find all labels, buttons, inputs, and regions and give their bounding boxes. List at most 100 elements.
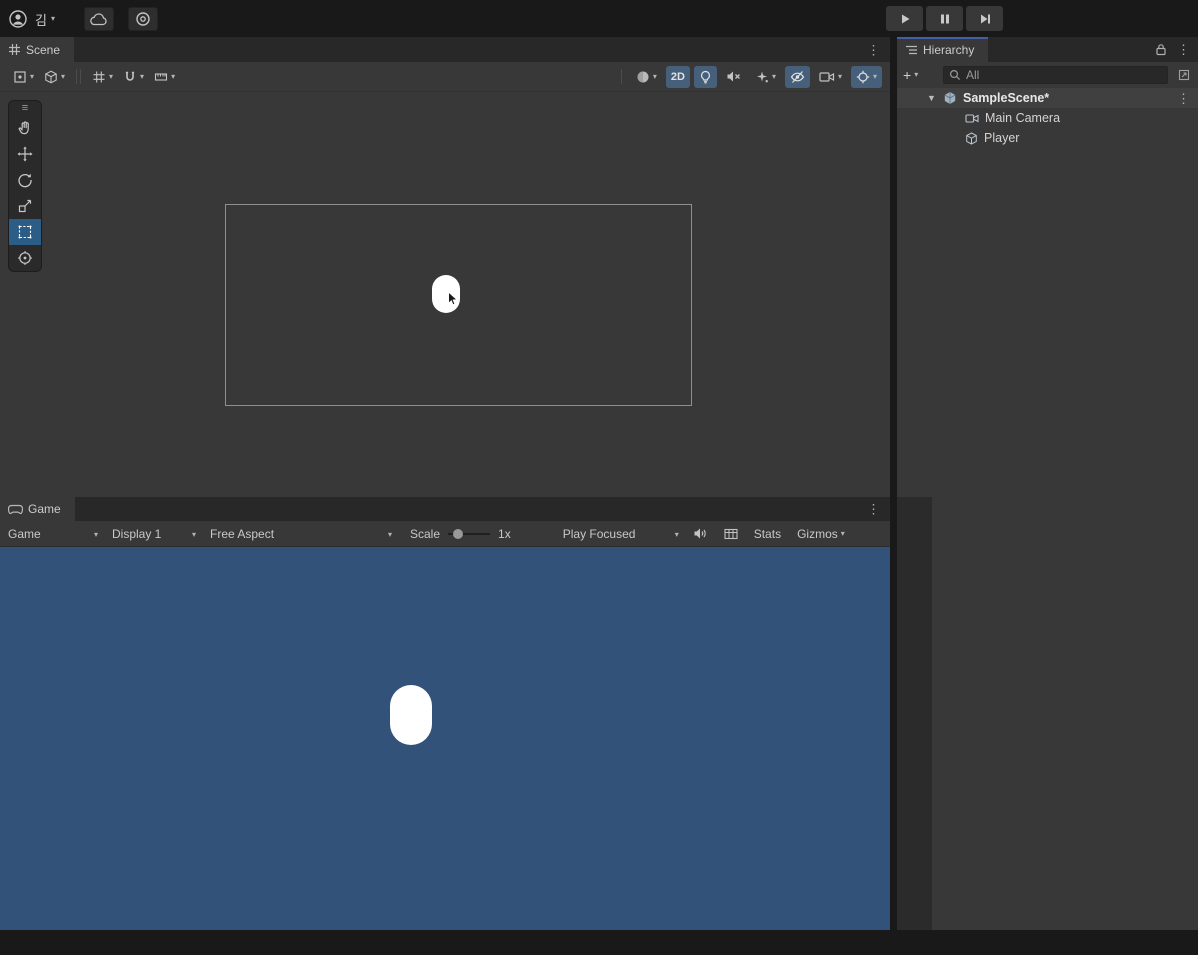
foldout-open-icon[interactable]: ▼: [927, 93, 937, 103]
unity-scene-icon: [943, 91, 957, 105]
rotate-icon: [17, 172, 33, 188]
gameobject-name: Main Camera: [985, 111, 1060, 125]
play-focus-dropdown[interactable]: Play Focused ▾: [555, 521, 685, 547]
scale-icon: [17, 198, 33, 214]
chevron-down-icon: ▾: [675, 531, 679, 539]
game-viewport[interactable]: [0, 547, 890, 930]
lightbulb-icon: [699, 70, 712, 84]
scale-value: 1x: [498, 527, 511, 541]
game-toolbar: Game ▾ Display 1 ▾ Free Aspect ▾ Scale 1…: [0, 521, 890, 547]
speaker-icon: [693, 527, 708, 540]
chevron-down-icon: ▾: [30, 73, 34, 81]
player-capsule-game: [390, 685, 432, 745]
account-button[interactable]: [6, 7, 30, 31]
slider-thumb: [453, 529, 463, 539]
shading-mode-button[interactable]: ▾: [631, 66, 662, 88]
2d-label: 2D: [671, 71, 685, 83]
main-toolbar: 김 ▾: [0, 0, 1198, 37]
scene-camera-button[interactable]: ▾: [814, 66, 847, 88]
effects-star-icon: [755, 70, 769, 84]
transform-tool-button[interactable]: [9, 245, 41, 271]
hierarchy-row-player[interactable]: Player: [897, 128, 1198, 148]
hierarchy-row-main-camera[interactable]: Main Camera: [897, 108, 1198, 128]
rect-tool-button[interactable]: [9, 219, 41, 245]
status-bar: [0, 930, 1198, 955]
tool-handle-rotation-button[interactable]: ▾: [39, 66, 70, 88]
chevron-down-icon: ▾: [109, 73, 113, 81]
game-gizmos-button[interactable]: Gizmos ▾: [789, 521, 853, 547]
hierarchy-tree: ▼ SampleScene* ⋮ Main Camera Player: [897, 88, 1198, 148]
lock-icon[interactable]: [1155, 43, 1167, 56]
step-icon: [978, 12, 992, 26]
scene-toolbar: ▾ ▾ ▾ ▾ ▾ ▾: [0, 62, 890, 92]
snap-increment-button[interactable]: ▾: [149, 66, 180, 88]
tool-palette: ≡: [8, 100, 42, 272]
display-label: Display 1: [112, 527, 161, 541]
stats-button[interactable]: Stats: [746, 521, 789, 547]
scene-visibility-button[interactable]: [785, 66, 810, 88]
tab-game[interactable]: Game: [0, 497, 75, 521]
move-tool-button[interactable]: [9, 141, 41, 167]
vsync-button[interactable]: [716, 521, 746, 547]
rotate-tool-button[interactable]: [9, 167, 41, 193]
vsync-grid-icon: [724, 528, 738, 540]
snap-toggle-button[interactable]: ▾: [118, 66, 149, 88]
scene-effects-button[interactable]: ▾: [750, 66, 781, 88]
chevron-down-icon: ▾: [838, 73, 842, 81]
open-search-window-icon[interactable]: [1178, 69, 1190, 81]
scene-toolbar-right: ▾ 2D ▾: [616, 66, 882, 88]
palette-drag-handle[interactable]: ≡: [9, 101, 41, 115]
create-object-button[interactable]: + ▾: [903, 66, 918, 84]
cursor-icon: [447, 291, 460, 307]
hierarchy-list-icon: [905, 44, 918, 56]
panel-gutter: [897, 497, 932, 930]
gizmos-dropdown-button[interactable]: ▾: [851, 66, 882, 88]
plus-icon: +: [903, 67, 911, 83]
toolbar-separator: [621, 69, 622, 84]
toggle-2d-button[interactable]: 2D: [666, 66, 690, 88]
search-filter-value: All: [966, 68, 979, 82]
display-dropdown[interactable]: Display 1 ▾: [104, 521, 202, 547]
aspect-ratio-dropdown[interactable]: Free Aspect ▾: [202, 521, 398, 547]
move-icon: [17, 146, 33, 162]
step-button[interactable]: [966, 6, 1003, 31]
panel-splitter[interactable]: [890, 37, 897, 930]
tool-handle-position-button[interactable]: ▾: [8, 66, 39, 88]
scene-audio-button[interactable]: [721, 66, 746, 88]
eye-slash-icon: [790, 70, 805, 84]
grid-visibility-button[interactable]: ▾: [87, 66, 118, 88]
mute-audio-button[interactable]: [685, 521, 716, 547]
hierarchy-search-input[interactable]: All: [943, 66, 1168, 84]
tab-hierarchy[interactable]: Hierarchy: [897, 37, 988, 62]
play-button[interactable]: [886, 6, 923, 31]
account-name-dropdown[interactable]: 김 ▾: [31, 7, 59, 31]
scene-panel-menu-button[interactable]: ⋮: [867, 43, 880, 56]
scene-name: SampleScene*: [963, 91, 1049, 105]
pivot-icon: [13, 70, 27, 84]
scene-row-menu-button[interactable]: ⋮: [1177, 92, 1190, 105]
hierarchy-menu-button[interactable]: ⋮: [1177, 43, 1190, 56]
game-target-dropdown[interactable]: Game ▾: [0, 521, 104, 547]
shaded-sphere-icon: [636, 70, 650, 84]
tab-scene[interactable]: Scene: [0, 37, 74, 62]
transform-icon: [17, 250, 33, 266]
pause-button[interactable]: [926, 6, 963, 31]
cloud-button[interactable]: [84, 7, 114, 31]
gameobject-name: Player: [984, 131, 1019, 145]
hierarchy-row-scene[interactable]: ▼ SampleScene* ⋮: [897, 88, 1198, 108]
play-focus-label: Play Focused: [563, 527, 636, 541]
hand-tool-button[interactable]: [9, 115, 41, 141]
scale-tool-button[interactable]: [9, 193, 41, 219]
scene-lighting-button[interactable]: [694, 66, 717, 88]
ruler-icon: [154, 70, 168, 84]
game-panel-menu-button[interactable]: ⋮: [867, 503, 880, 516]
magnet-icon: [123, 70, 137, 84]
chevron-down-icon: ▾: [94, 531, 98, 539]
services-button[interactable]: [128, 7, 158, 31]
cube-icon: [44, 70, 58, 84]
services-icon: [135, 11, 151, 27]
camera-icon: [819, 71, 835, 83]
scale-slider[interactable]: [448, 528, 490, 540]
stats-label: Stats: [754, 527, 781, 541]
scene-viewport[interactable]: ≡: [0, 92, 890, 497]
